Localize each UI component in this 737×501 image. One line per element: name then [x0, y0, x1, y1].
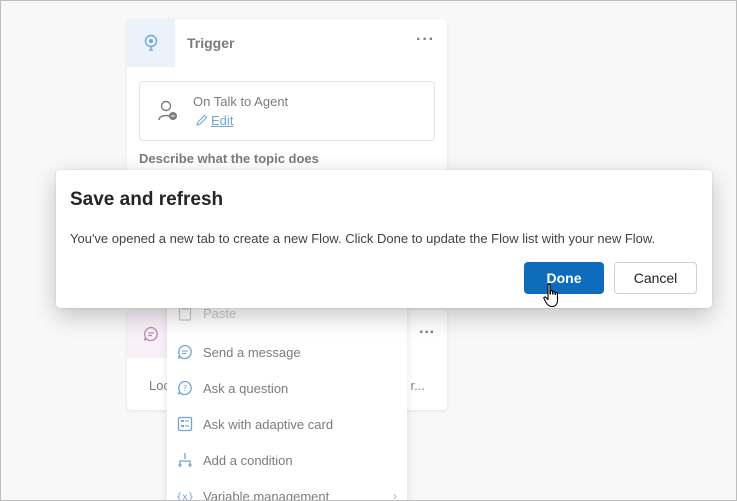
cancel-button[interactable]: Cancel: [614, 262, 697, 294]
dialog-message: You've opened a new tab to create a new …: [70, 231, 656, 246]
done-button[interactable]: Done: [524, 262, 604, 294]
authoring-canvas: Trigger ··· On Talk to Agent Edit Descri…: [0, 0, 737, 501]
hand-pointer-cursor-icon: [543, 283, 559, 308]
save-refresh-dialog: Save and refresh You've opened a new tab…: [56, 170, 712, 308]
dialog-title: Save and refresh: [70, 189, 224, 210]
